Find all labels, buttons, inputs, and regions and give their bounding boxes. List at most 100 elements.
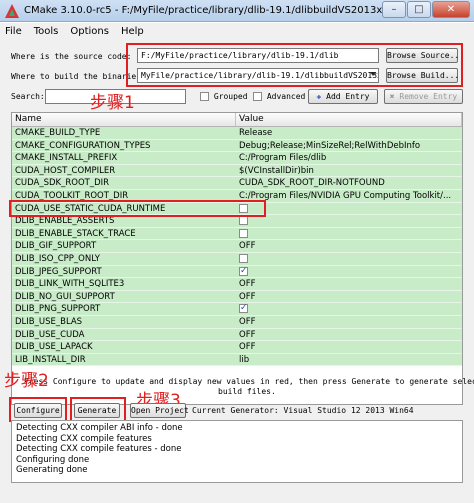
checked-checkbox[interactable] xyxy=(239,266,248,277)
table-row[interactable]: DLIB_NO_GUI_SUPPORT OFF xyxy=(12,290,462,304)
variable-value[interactable] xyxy=(236,266,462,278)
variable-name: DLIB_USE_LAPACK xyxy=(15,342,93,353)
variable-name: DLIB_ISO_CPP_ONLY xyxy=(15,253,100,264)
grouped-checkbox[interactable] xyxy=(200,92,209,101)
search-label: Search: xyxy=(11,92,45,101)
variable-name: CUDA_HOST_COMPILER xyxy=(15,165,116,176)
advanced-option[interactable]: Advanced xyxy=(253,92,305,101)
cuda-static-highlight-box xyxy=(9,200,266,217)
variable-value[interactable] xyxy=(236,228,462,240)
variable-name: DLIB_ENABLE_STACK_TRACE xyxy=(15,228,136,239)
variable-value[interactable]: Release xyxy=(236,127,462,139)
current-generator-text: Current Generator: Visual Studio 12 2013… xyxy=(192,406,414,415)
menu-tools[interactable]: Tools xyxy=(34,26,59,37)
log-line: Detecting CXX compile features xyxy=(16,433,152,444)
unchecked-checkbox[interactable] xyxy=(239,253,248,263)
checked-checkbox[interactable] xyxy=(239,303,248,314)
table-body: CMAKE_BUILD_TYPE Release CMAKE_CONFIGURATI… xyxy=(12,127,462,367)
variable-name: DLIB_GIF_SUPPORT xyxy=(15,241,97,252)
table-row[interactable]: CMAKE_BUILD_TYPE Release xyxy=(12,127,462,140)
variable-value[interactable]: CUDA_SDK_ROOT_DIR-NOTFOUND xyxy=(236,177,462,189)
log-line: Configuring done xyxy=(16,454,90,465)
table-row[interactable]: CMAKE_INSTALL_PREFIX C:/Program Files/dli… xyxy=(12,152,462,165)
remove-icon: ✖ xyxy=(389,92,395,101)
table-row[interactable]: DLIB_USE_BLAS OFF xyxy=(12,315,462,329)
variable-value[interactable] xyxy=(236,303,462,315)
table-row[interactable]: DLIB_GIF_SUPPORT OFF xyxy=(12,240,462,253)
menu-bar: File Tools Options Help xyxy=(0,23,474,40)
variable-name: DLIB_NO_GUI_SUPPORT xyxy=(15,291,115,302)
table-row[interactable]: DLIB_ENABLE_STACK_TRACE xyxy=(12,227,462,241)
hint-line-2: build files. xyxy=(218,387,276,396)
variable-name: DLIB_JPEG_SUPPORT xyxy=(15,266,102,277)
cmake-logo-icon xyxy=(5,3,19,18)
advanced-checkbox[interactable] xyxy=(253,92,262,101)
column-header-value[interactable]: Value xyxy=(236,113,462,126)
table-row[interactable]: DLIB_USE_LAPACK OFF xyxy=(12,341,462,354)
variable-value[interactable]: $(VCInstallDir)bin xyxy=(236,165,462,177)
variable-name: DLIB_PNG_SUPPORT xyxy=(15,304,101,315)
plus-icon: ✚ xyxy=(316,92,322,101)
menu-help[interactable]: Help xyxy=(121,26,144,37)
title-bar: CMake 3.10.0-rc5 - F:/MyFile/practice/li… xyxy=(0,0,474,22)
hint-line-1: Press Configure to update and display ne… xyxy=(24,377,474,386)
variable-name: CMAKE_INSTALL_PREFIX xyxy=(15,153,118,164)
close-button[interactable]: ✕ xyxy=(432,1,470,18)
open-project-button[interactable]: Open Project xyxy=(130,403,189,418)
table-row[interactable]: LIB_INSTALL_DIR lib xyxy=(12,353,462,367)
variable-value[interactable]: OFF xyxy=(236,291,462,303)
table-row[interactable]: DLIB_JPEG_SUPPORT xyxy=(12,265,462,279)
table-row[interactable]: CMAKE_CONFIGURATION_TYPES Debug;Release;M… xyxy=(12,139,462,153)
unchecked-checkbox[interactable] xyxy=(239,216,248,226)
output-log[interactable]: Detecting CXX compiler ABI info - done D… xyxy=(11,420,463,483)
source-label: Where is the source code: xyxy=(11,52,132,61)
table-row[interactable]: CUDA_HOST_COMPILER $(VCInstallDir)bin xyxy=(12,164,462,178)
remove-entry-button[interactable]: ✖ Remove Entry xyxy=(384,89,463,104)
grouped-option[interactable]: Grouped xyxy=(200,92,248,101)
table-row[interactable]: DLIB_ISO_CPP_ONLY xyxy=(12,252,462,266)
variable-name: CMAKE_BUILD_TYPE xyxy=(15,128,101,138)
variable-value[interactable]: C:/Program Files/NVIDIA GPU Computing To… xyxy=(236,190,462,202)
table-row[interactable]: DLIB_USE_CUDA OFF xyxy=(12,328,462,342)
variable-value[interactable] xyxy=(236,253,462,265)
variable-value[interactable]: Debug;Release;MinSizeRel;RelWithDebInfo xyxy=(236,140,462,152)
step1-annotation: 步骤1 xyxy=(90,93,135,113)
window-title: CMake 3.10.0-rc5 - F:/MyFile/practice/li… xyxy=(24,5,395,16)
table-row[interactable]: DLIB_LINK_WITH_SQLITE3 OFF xyxy=(12,278,462,291)
variable-name: DLIB_LINK_WITH_SQLITE3 xyxy=(15,279,125,290)
variable-value[interactable] xyxy=(236,203,462,215)
variable-value[interactable]: lib xyxy=(236,354,462,366)
variable-value[interactable]: OFF xyxy=(236,341,462,353)
maximize-button[interactable]: □ xyxy=(407,1,431,18)
variable-name: CMAKE_CONFIGURATION_TYPES xyxy=(15,140,151,151)
step2-annotation: 步骤2 xyxy=(4,371,49,391)
variable-value[interactable]: C:/Program Files/dlib xyxy=(236,152,462,164)
menu-options[interactable]: Options xyxy=(70,26,109,37)
variable-value[interactable]: OFF xyxy=(236,316,462,328)
variable-value[interactable]: OFF xyxy=(236,329,462,341)
menu-file[interactable]: File xyxy=(5,26,22,37)
step2-highlight-box xyxy=(9,397,67,422)
variable-name: DLIB_USE_BLAS xyxy=(15,316,83,327)
log-line: Generating done xyxy=(16,465,88,475)
variable-name: CUDA_SDK_ROOT_DIR xyxy=(15,178,110,189)
variable-value[interactable] xyxy=(236,215,462,227)
log-line: Detecting CXX compiler ABI info - done xyxy=(16,423,183,433)
table-row[interactable]: DLIB_ENABLE_ASSERTS xyxy=(12,215,462,228)
unchecked-checkbox[interactable] xyxy=(239,228,248,238)
variable-value[interactable]: OFF xyxy=(236,278,462,290)
add-entry-button[interactable]: ✚ Add Entry xyxy=(308,89,378,104)
table-row[interactable]: CUDA_SDK_ROOT_DIR CUDA_SDK_ROOT_DIR-NOTFO… xyxy=(12,177,462,190)
variable-name: LIB_INSTALL_DIR xyxy=(15,354,86,365)
variable-name: DLIB_USE_CUDA xyxy=(15,329,85,340)
step3-highlight-box xyxy=(70,397,126,422)
table-row[interactable]: DLIB_PNG_SUPPORT xyxy=(12,303,462,316)
main-panel: Where is the source code: F:/MyFile/prac… xyxy=(0,40,474,503)
table-header: Name Value xyxy=(12,113,462,127)
variable-value[interactable]: OFF xyxy=(236,240,462,252)
step1-highlight-box xyxy=(126,43,463,87)
column-header-name[interactable]: Name xyxy=(12,113,236,126)
log-line: Detecting CXX compile features - done xyxy=(16,444,182,454)
minimize-button[interactable]: – xyxy=(382,1,406,18)
cache-variables-table[interactable]: Name Value CMAKE_BUILD_TYPE Release CMAKE_… xyxy=(11,112,463,405)
